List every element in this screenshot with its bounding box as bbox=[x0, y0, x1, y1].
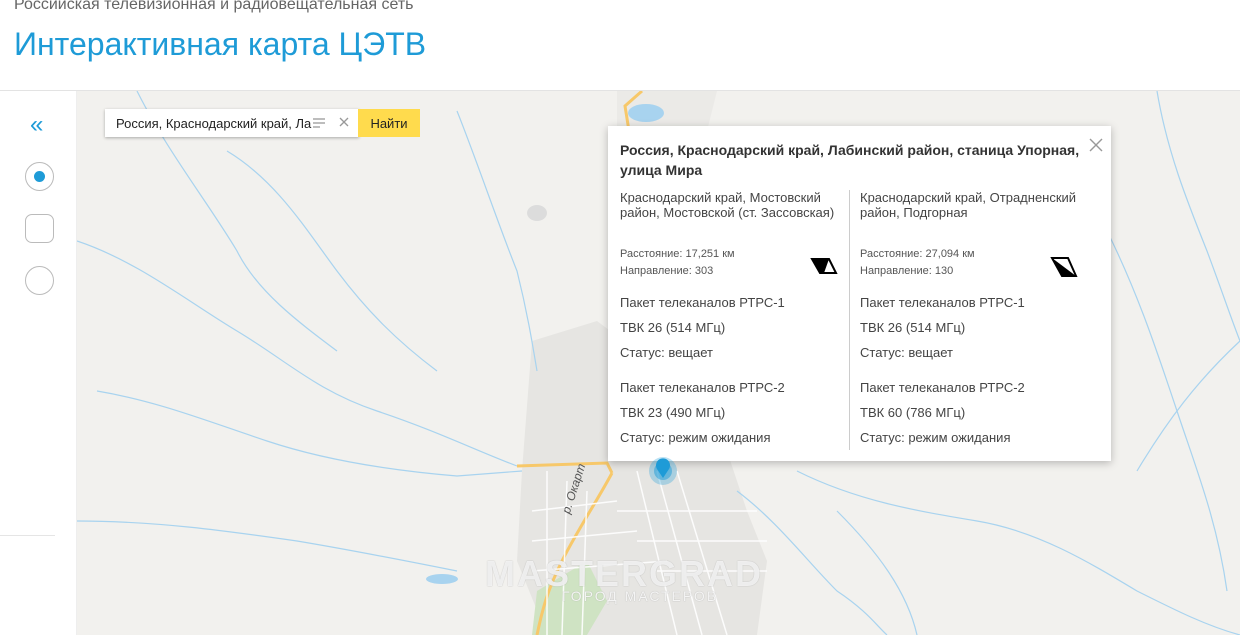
station-region: Краснодарский край, Отрадненский район, … bbox=[860, 190, 1077, 220]
site-subtitle: Российская телевизионная и радиовещатель… bbox=[14, 0, 414, 13]
selected-dot-icon bbox=[34, 171, 45, 182]
mode-circle-button[interactable] bbox=[25, 266, 54, 295]
mode-square-button[interactable] bbox=[25, 214, 54, 243]
package-channel: ТВК 60 (786 МГц) bbox=[860, 405, 966, 420]
package-status: Статус: вещает bbox=[860, 345, 953, 360]
package-channel: ТВК 26 (514 МГц) bbox=[860, 320, 966, 335]
address-search-box bbox=[105, 109, 359, 137]
sidebar-divider bbox=[0, 535, 55, 536]
package-name: Пакет телеканалов РТРС-1 bbox=[860, 295, 1025, 310]
search-button[interactable]: Найти bbox=[358, 109, 420, 137]
popup-address: Россия, Краснодарский край, Лабинский ра… bbox=[620, 142, 1080, 178]
page-header: Российская телевизионная и радиовещатель… bbox=[0, 0, 1240, 91]
page-title: Интерактивная карта ЦЭТВ bbox=[14, 26, 427, 62]
package-status: Статус: вещает bbox=[620, 345, 713, 360]
location-popup: Россия, Краснодарский край, Лабинский ра… bbox=[608, 126, 1111, 461]
mode-circle-selected-button[interactable] bbox=[25, 162, 54, 191]
package-status: Статус: режим ожидания bbox=[620, 430, 771, 445]
location-marker-icon[interactable] bbox=[648, 456, 678, 486]
package-name: Пакет телеканалов РТРС-1 bbox=[620, 295, 785, 310]
sidebar: « bbox=[0, 91, 77, 635]
station-column: Краснодарский край, Мостовский район, Мо… bbox=[620, 190, 850, 450]
package-status: Статус: режим ожидания bbox=[860, 430, 1011, 445]
station-column: Краснодарский край, Отрадненский район, … bbox=[860, 190, 1090, 450]
collapse-sidebar-icon[interactable]: « bbox=[30, 113, 43, 137]
package-channel: ТВК 23 (490 МГц) bbox=[620, 405, 726, 420]
address-search-input[interactable] bbox=[105, 109, 315, 137]
package-name: Пакет телеканалов РТРС-2 bbox=[860, 380, 1025, 395]
package-name: Пакет телеканалов РТРС-2 bbox=[620, 380, 785, 395]
column-divider bbox=[849, 190, 850, 450]
direction-arrow-icon bbox=[810, 258, 838, 274]
package-channel: ТВК 26 (514 МГц) bbox=[620, 320, 726, 335]
station-region: Краснодарский край, Мостовский район, Мо… bbox=[620, 190, 835, 220]
direction-arrow-icon bbox=[1050, 257, 1078, 277]
close-icon[interactable] bbox=[337, 115, 351, 129]
close-icon[interactable] bbox=[1089, 138, 1103, 152]
map-canvas[interactable]: р. Окарт MASTERGRAD ГОРОД МАСТЕРОВ Найти… bbox=[77, 91, 1240, 635]
filter-icon[interactable] bbox=[312, 116, 326, 130]
watermark-subtitle: ГОРОД МАСТЕРОВ bbox=[562, 588, 719, 604]
